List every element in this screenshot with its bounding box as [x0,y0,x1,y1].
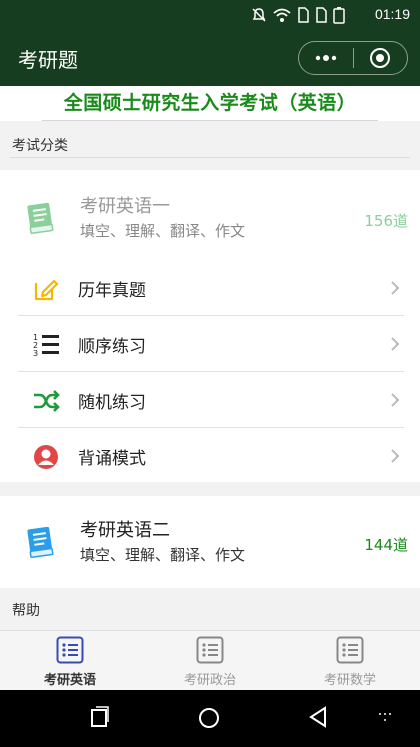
mini-program-capsule [298,41,408,75]
subject-name: 考研英语一 [80,196,170,217]
back-icon[interactable] [308,706,328,728]
battery-icon [333,7,345,24]
list-icon [336,636,364,664]
home-icon[interactable] [198,707,220,729]
sim-icon [298,7,309,23]
more-button[interactable] [299,41,353,75]
menu-item-label: 背诵模式 [78,449,146,469]
menu-item-random[interactable]: 随机练习 [18,372,404,428]
book-icon [27,526,54,559]
clock: 01:19 [374,6,410,22]
menu-item-label: 历年真题 [78,281,146,301]
section-divider [10,157,410,158]
tab-label: 考研政治 [183,673,236,688]
wifi-icon [273,8,291,22]
edit-icon [34,279,59,301]
keyboard-dots-icon[interactable] [378,712,392,722]
tab-politics[interactable]: 考研政治 [140,631,280,691]
sim2-icon [316,7,327,23]
list-icon [56,636,84,664]
tab-label: 考研数学 [323,673,376,688]
shuffle-icon [34,390,60,412]
user-icon [34,445,58,469]
mute-icon [252,8,266,22]
menu-item-label: 随机练习 [78,393,146,413]
subject-card-2: 考研英语二 填空、理解、翻译、作文 144道 [0,496,420,588]
list-icon [196,636,224,664]
system-nav-bar [0,690,420,747]
subject-desc: 填空、理解、翻译、作文 [80,546,246,564]
menu-item-recite[interactable]: 背诵模式 [18,428,404,484]
status-icons [251,6,345,24]
more-dots-icon [315,55,336,61]
section-label-help: 帮助 [12,603,40,619]
chevron-right-icon [391,337,400,351]
subject-name: 考研英语二 [80,520,170,541]
chevron-right-icon [391,393,400,407]
banner-rule [42,120,378,121]
tab-english[interactable]: 考研英语 [0,631,140,691]
tab-label: 考研英语 [43,673,96,688]
status-bar: 01:19 [0,0,420,30]
page-title: 考研题 [18,48,78,72]
question-count: 144道 [364,536,408,554]
close-button[interactable] [353,41,407,75]
exam-banner: 全国硕士研究生入学考试（英语） [0,86,420,121]
menu-item-sequential[interactable]: 1 2 3 顺序练习 [18,316,404,372]
menu-item-label: 顺序练习 [78,337,146,357]
app-header: 考研题 [0,30,420,86]
subject-header-2[interactable]: 考研英语二 填空、理解、翻译、作文 144道 [0,494,420,586]
subject-desc: 填空、理解、翻译、作文 [80,222,246,240]
book-icon [27,202,54,235]
recents-icon[interactable] [90,706,110,728]
banner-text: 全国硕士研究生入学考试（英语） [63,92,357,114]
chevron-right-icon [391,449,400,463]
menu-item-past-papers[interactable]: 历年真题 [18,260,404,316]
question-count: 156道 [364,212,408,230]
chevron-right-icon [391,281,400,295]
tab-bar: 考研英语 考研政治 考研数学 [0,630,420,690]
tab-math[interactable]: 考研数学 [280,631,420,691]
target-icon [370,48,391,68]
svg-text:3: 3 [33,349,38,358]
subject-header-1[interactable]: 考研英语一 填空、理解、翻译、作文 156道 [0,170,420,266]
subject-card-1: 考研英语一 填空、理解、翻译、作文 156道 历年真题 1 2 3 顺序练习 随… [0,170,420,482]
section-label-category: 考试分类 [12,138,68,154]
ordered-list-icon: 1 2 3 [33,333,59,358]
